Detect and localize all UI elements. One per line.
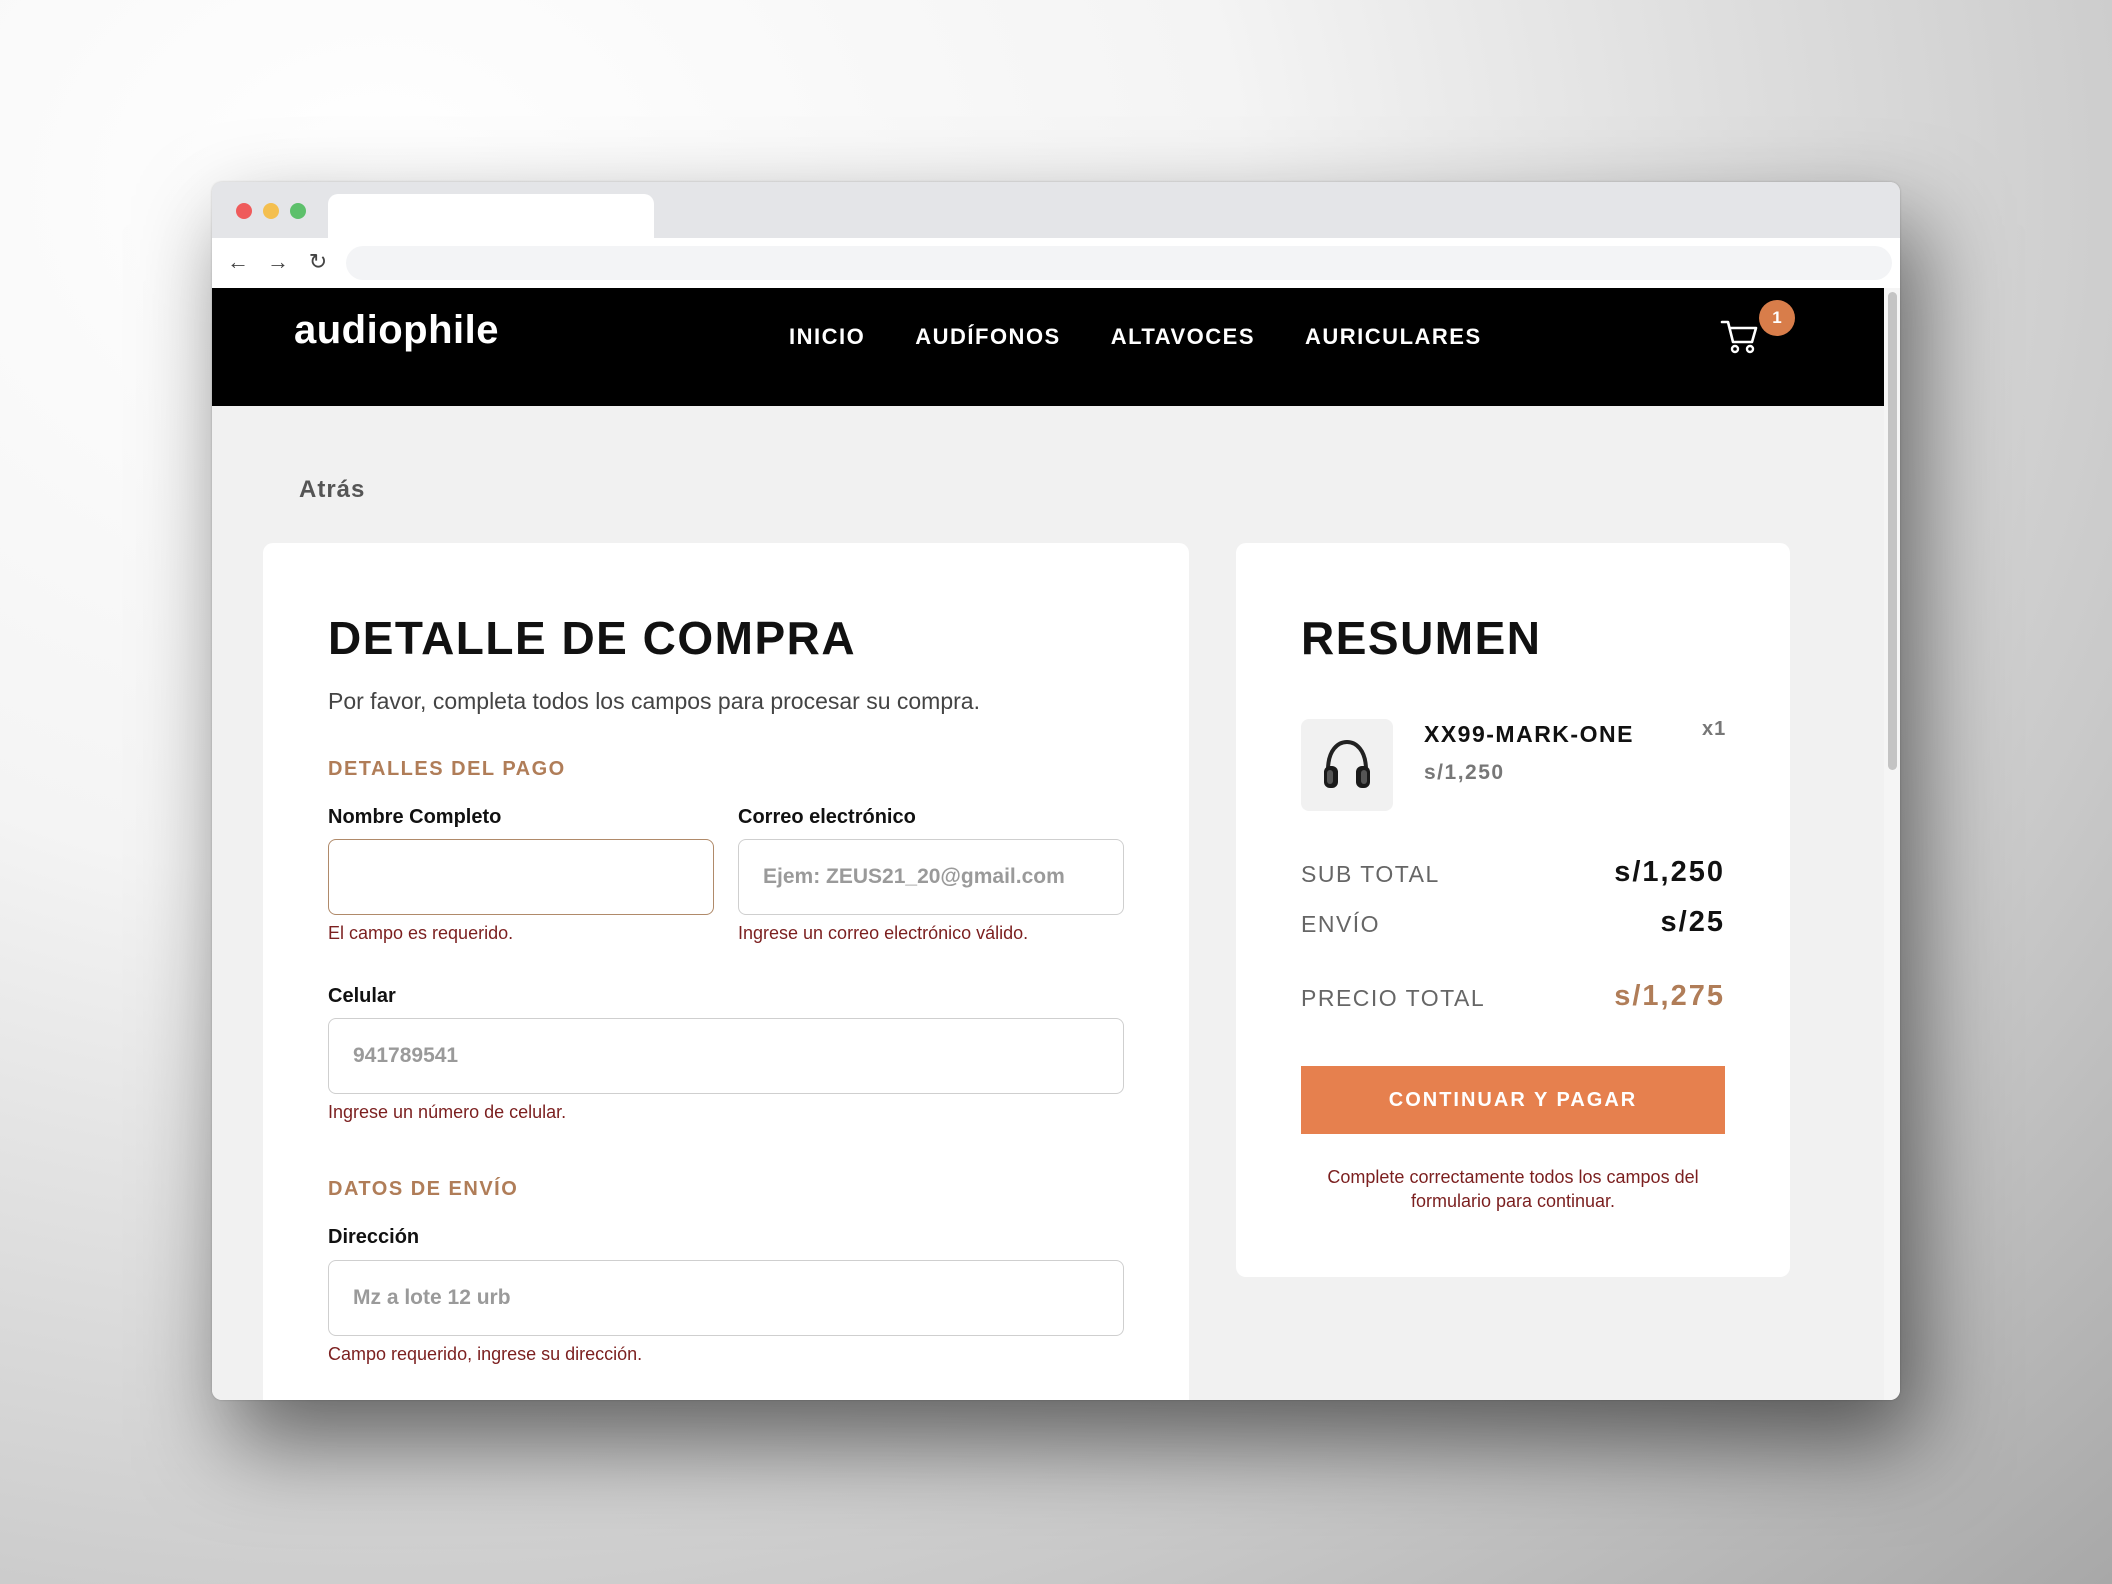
shipping-label: ENVÍO bbox=[1301, 911, 1381, 937]
address-input[interactable] bbox=[328, 1260, 1124, 1336]
continue-pay-button[interactable]: CONTINUAR Y PAGAR bbox=[1301, 1066, 1725, 1134]
total-label: PRECIO TOTAL bbox=[1301, 985, 1486, 1011]
phone-label: Celular bbox=[328, 985, 396, 1007]
back-arrow-icon[interactable]: ← bbox=[222, 246, 254, 278]
product-price: s/1,250 bbox=[1424, 761, 1505, 784]
address-label: Dirección bbox=[328, 1226, 420, 1248]
nav-item-audifonos[interactable]: AUDÍFONOS bbox=[915, 324, 1061, 350]
summary-title: RESUMEN bbox=[1301, 612, 1542, 664]
email-label: Correo electrónico bbox=[738, 806, 916, 828]
product-quantity: x1 bbox=[1702, 718, 1727, 740]
browser-toolbar: ← → ↻ bbox=[212, 238, 1900, 288]
cart-count-badge: 1 bbox=[1759, 300, 1795, 336]
page-viewport: audiophile INICIO AUDÍFONOS ALTAVOCES AU… bbox=[212, 288, 1884, 1400]
site-logo[interactable]: audiophile bbox=[294, 308, 499, 353]
shipping-value: s/25 bbox=[1660, 906, 1725, 938]
nav-item-inicio[interactable]: INICIO bbox=[789, 324, 865, 350]
phone-input[interactable] bbox=[328, 1018, 1124, 1094]
phone-error: Ingrese un número de celular. bbox=[328, 1102, 567, 1122]
form-intro: Por favor, completa todos los campos par… bbox=[328, 688, 980, 714]
main-nav: INICIO AUDÍFONOS ALTAVOCES AURICULARES bbox=[789, 324, 1482, 350]
full-name-input[interactable] bbox=[328, 839, 714, 915]
shipping-section-title: DATOS DE ENVÍO bbox=[328, 1178, 519, 1200]
name-error: El campo es requerido. bbox=[328, 923, 514, 943]
scrollbar-thumb[interactable] bbox=[1888, 292, 1897, 770]
order-summary-card: RESUMEN XX99-MARK-ONE s/1,250 x1 SUB TOT… bbox=[1236, 543, 1790, 1277]
checkout-form-card: DETALLE DE COMPRA Por favor, completa to… bbox=[263, 543, 1189, 1400]
cart-icon[interactable] bbox=[1720, 316, 1760, 356]
maximize-window-button[interactable] bbox=[290, 203, 306, 219]
back-link[interactable]: Atrás bbox=[299, 476, 365, 504]
reload-icon[interactable]: ↻ bbox=[302, 246, 334, 278]
minimize-window-button[interactable] bbox=[263, 203, 279, 219]
headphones-icon bbox=[1324, 739, 1370, 788]
forward-arrow-icon[interactable]: → bbox=[262, 246, 294, 278]
browser-window: ← → ↻ audiophile INICIO AUDÍFONOS ALTAVO… bbox=[212, 182, 1900, 1400]
product-name: XX99-MARK-ONE bbox=[1424, 721, 1634, 747]
payment-section-title: DETALLES DEL PAGO bbox=[328, 758, 566, 780]
address-bar[interactable] bbox=[346, 246, 1892, 280]
nav-item-auriculares[interactable]: AURICULARES bbox=[1305, 324, 1482, 350]
subtotal-label: SUB TOTAL bbox=[1301, 861, 1440, 887]
browser-tab[interactable] bbox=[328, 194, 654, 238]
tab-bar bbox=[212, 182, 1900, 238]
total-value: s/1,275 bbox=[1614, 980, 1725, 1012]
email-input[interactable] bbox=[738, 839, 1124, 915]
address-error: Campo requerido, ingrese su dirección. bbox=[328, 1344, 643, 1364]
email-error: Ingrese un correo electrónico válido. bbox=[738, 923, 1029, 943]
subtotal-value: s/1,250 bbox=[1614, 856, 1725, 888]
form-incomplete-note: Complete correctamente todos los campos … bbox=[1327, 1167, 1699, 1211]
page-scrollbar[interactable] bbox=[1884, 288, 1900, 1400]
window-controls bbox=[236, 203, 306, 219]
product-thumbnail bbox=[1301, 719, 1393, 811]
nav-item-altavoces[interactable]: ALTAVOCES bbox=[1111, 324, 1255, 350]
close-window-button[interactable] bbox=[236, 203, 252, 219]
page-title: DETALLE DE COMPRA bbox=[328, 612, 857, 664]
name-label: Nombre Completo bbox=[328, 806, 502, 828]
site-header: audiophile INICIO AUDÍFONOS ALTAVOCES AU… bbox=[212, 288, 1884, 406]
